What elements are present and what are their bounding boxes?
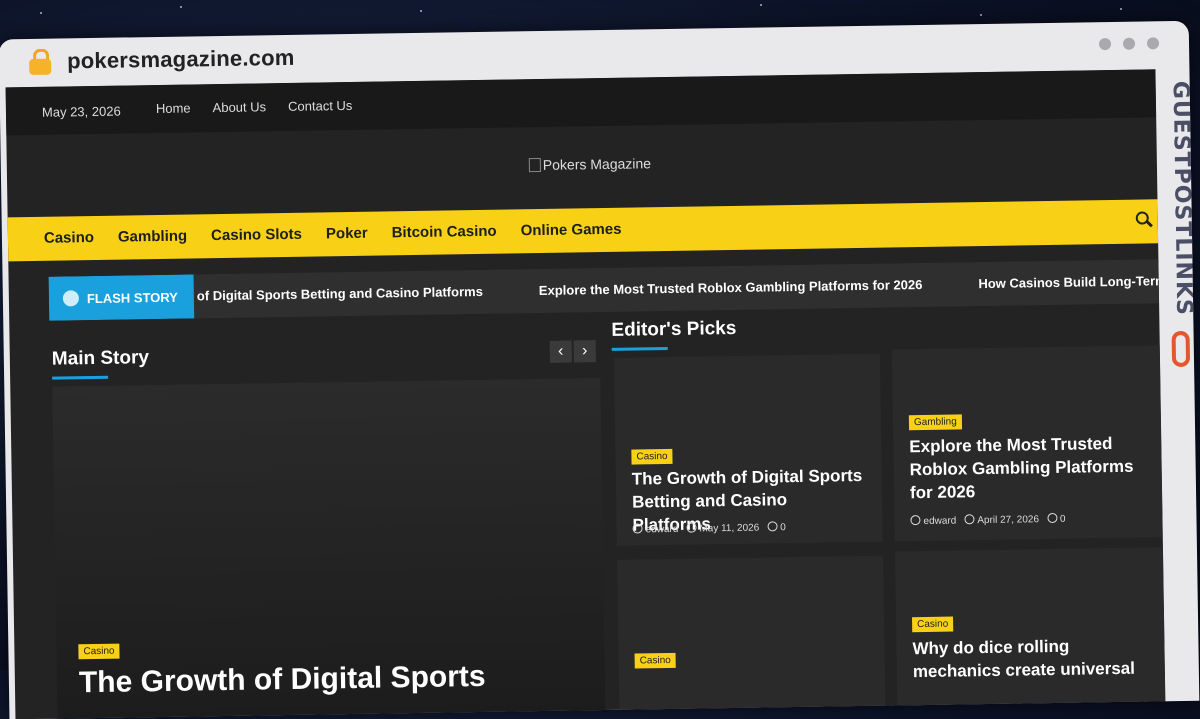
logo-alt-text: Pokers Magazine [542, 155, 652, 173]
category-badge[interactable]: Casino [911, 616, 954, 633]
window-controls [1098, 37, 1160, 51]
search-icon[interactable] [1135, 211, 1154, 229]
watermark: GUESTPOSTLINKS [1162, 81, 1200, 421]
author-name[interactable]: edward [646, 524, 679, 536]
window-dot-icon[interactable] [1146, 37, 1160, 50]
nav-item-gambling[interactable]: Gambling [118, 228, 187, 246]
editors-pick-card[interactable]: Casino [617, 555, 886, 719]
comment-count[interactable]: 0 [780, 522, 786, 533]
category-badge[interactable]: Casino [78, 643, 120, 660]
nav-item-poker[interactable]: Poker [326, 225, 368, 243]
comment-icon [767, 521, 778, 532]
card-title[interactable]: Explore the Most Trusted Roblox Gambling… [909, 431, 1150, 504]
nav-item-bitcoin-casino[interactable]: Bitcoin Casino [392, 223, 497, 242]
ticker-item[interactable]: Explore the Most Trusted Roblox Gambling… [539, 277, 923, 298]
website: May 23, 2026 Home About Us Contact Us Po… [5, 69, 1166, 719]
window-dot-icon[interactable] [1122, 37, 1136, 50]
user-icon [910, 515, 921, 526]
category-badge[interactable]: Gambling [908, 414, 962, 431]
card-meta: edward April 27, 2026 0 [910, 512, 1066, 527]
category-badge[interactable]: Casino [634, 652, 676, 669]
url-text[interactable]: pokersmagazine.com [67, 45, 295, 75]
current-date: May 23, 2026 [41, 103, 121, 120]
browser-window: pokersmagazine.com May 23, 2026 Home Abo… [0, 20, 1200, 719]
comment-count[interactable]: 0 [1060, 514, 1066, 525]
post-date: May 11, 2026 [699, 522, 760, 535]
user-icon [632, 523, 643, 534]
card-title[interactable]: Why do dice rolling mechanics create uni… [912, 633, 1153, 683]
main-story-title[interactable]: The Growth of Digital Sports [79, 660, 486, 700]
site-logo[interactable]: Pokers Magazine [528, 155, 652, 173]
ticker-item[interactable]: How Casinos Build Long-Term [978, 273, 1159, 291]
link-chain-icon [1171, 330, 1191, 368]
heading-underline [611, 346, 668, 351]
clock-icon [686, 522, 697, 533]
nav-item-online-games[interactable]: Online Games [521, 221, 622, 240]
nav-item-casino[interactable]: Casino [44, 229, 94, 247]
flash-story-label: FLASH STORY [48, 274, 195, 321]
lock-icon [29, 48, 52, 75]
flash-story-ticker: FLASH STORY of Digital Sports Betting an… [48, 259, 1160, 321]
editors-pick-card[interactable]: Casino Why do dice rolling mechanics cre… [894, 547, 1166, 716]
broken-image-icon [528, 157, 541, 173]
post-date: April 27, 2026 [977, 514, 1040, 527]
editors-pick-card[interactable]: Casino The Growth of Digital Sports Bett… [613, 353, 883, 546]
ticker-item[interactable]: of Digital Sports Betting and Casino Pla… [197, 284, 483, 303]
window-dot-icon[interactable] [1098, 37, 1112, 51]
home-link[interactable]: Home [156, 100, 191, 116]
prev-arrow-icon[interactable]: ‹ [549, 340, 572, 363]
comment-icon [1046, 512, 1058, 524]
heading-underline [52, 375, 109, 380]
nav-item-casino-slots[interactable]: Casino Slots [211, 226, 302, 244]
main-story-card[interactable]: Casino The Growth of Digital Sports [52, 378, 606, 719]
next-arrow-icon[interactable]: › [573, 340, 596, 363]
category-badge[interactable]: Casino [631, 448, 673, 465]
about-link[interactable]: About Us [212, 99, 266, 115]
top-links: Home About Us Contact Us [156, 98, 353, 116]
card-meta: edward May 11, 2026 0 [632, 521, 786, 536]
main-story-heading: Main Story [51, 347, 150, 370]
clock-icon [964, 514, 975, 525]
flash-circle-icon [62, 290, 80, 307]
contact-link[interactable]: Contact Us [288, 98, 353, 114]
editors-picks-heading: Editor's Picks [611, 317, 737, 341]
author-name[interactable]: edward [923, 515, 956, 527]
editors-pick-card[interactable]: Gambling Explore the Most Trusted Roblox… [891, 345, 1163, 542]
